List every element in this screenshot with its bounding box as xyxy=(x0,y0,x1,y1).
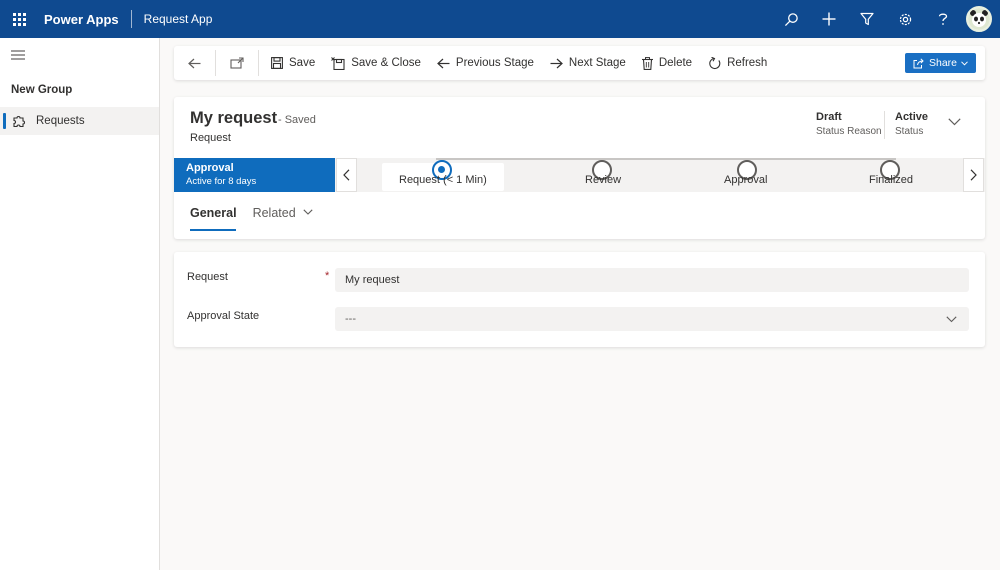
back-icon xyxy=(188,58,201,68)
add-button[interactable] xyxy=(810,0,848,38)
approval-state-value: --- xyxy=(345,313,356,325)
header-expand-button[interactable] xyxy=(948,115,961,129)
waffle-icon xyxy=(12,12,26,26)
add-icon xyxy=(822,12,836,26)
save-and-close-button[interactable]: Save & Close xyxy=(323,46,429,80)
approval-state-select[interactable]: --- xyxy=(335,307,969,331)
tab-related[interactable]: Related xyxy=(253,206,314,232)
app-launcher-button[interactable] xyxy=(0,0,38,38)
panda-avatar-icon xyxy=(968,8,990,30)
app-name[interactable]: Power Apps xyxy=(44,12,119,27)
open-in-new-window-button[interactable] xyxy=(220,46,254,80)
approval-state-field-label: Approval State xyxy=(187,310,260,322)
refresh-icon xyxy=(709,56,721,69)
settings-button[interactable] xyxy=(886,0,924,38)
status-reason-value: Draft xyxy=(816,111,842,123)
tab-label: General xyxy=(190,206,237,220)
app-title[interactable]: Request App xyxy=(144,12,213,26)
share-label: Share xyxy=(928,57,958,69)
delete-button[interactable]: Delete xyxy=(634,46,700,80)
search-icon xyxy=(784,12,798,26)
search-button[interactable] xyxy=(772,0,810,38)
header-field-status[interactable]: Active Status xyxy=(895,111,928,137)
chevron-right-icon xyxy=(970,169,977,181)
status-reason-label: Status Reason xyxy=(816,126,882,137)
site-map-sidebar: New Group Requests xyxy=(0,38,160,570)
sidebar-item-label: Requests xyxy=(36,115,85,127)
help-icon xyxy=(938,13,948,25)
status-label: Status xyxy=(895,126,924,137)
main-content: Save Save & Close Previous Stage Next St… xyxy=(160,38,1000,570)
active-stage-duration: Active for 8 days xyxy=(186,176,257,187)
stage-label: Review xyxy=(585,174,622,186)
next-stage-label: Next Stage xyxy=(568,57,626,69)
chevron-down-icon xyxy=(946,316,957,323)
process-previous-button[interactable] xyxy=(336,158,357,192)
tab-selected-underline xyxy=(190,229,236,231)
share-button[interactable]: Share xyxy=(905,53,976,73)
save-and-close-label: Save & Close xyxy=(351,57,421,69)
puzzle-icon xyxy=(13,115,26,128)
command-separator xyxy=(258,50,259,76)
request-field-label: Request xyxy=(187,271,228,283)
chevron-left-icon xyxy=(343,169,350,181)
status-value: Active xyxy=(895,111,929,123)
form-tabs: General Related xyxy=(190,206,329,232)
settings-icon xyxy=(899,13,911,25)
chevron-down-icon xyxy=(961,60,968,66)
save-and-close-icon xyxy=(331,56,345,70)
selected-indicator xyxy=(3,113,6,129)
header-field-separator xyxy=(884,111,885,139)
business-process-flow: Approval Active for 8 days Request (< 1 … xyxy=(174,158,985,192)
save-status: - Saved xyxy=(278,114,316,126)
request-field-input[interactable]: My request xyxy=(335,268,969,292)
record-entity-name: Request xyxy=(190,132,231,144)
header-field-status-reason[interactable]: Draft Status Reason xyxy=(816,111,882,137)
open-in-new-window-icon xyxy=(230,57,244,69)
tab-label: Related xyxy=(252,206,296,220)
sidebar-item-requests[interactable]: Requests xyxy=(0,107,159,135)
tab-general[interactable]: General xyxy=(190,206,237,232)
required-indicator: * xyxy=(325,270,330,282)
previous-stage-label: Previous Stage xyxy=(455,57,534,69)
trash-icon xyxy=(641,56,653,70)
topbar-divider xyxy=(130,10,132,28)
filter-button[interactable] xyxy=(848,0,886,38)
share-icon xyxy=(913,57,924,68)
save-icon xyxy=(271,57,283,69)
back-button[interactable] xyxy=(174,46,211,80)
refresh-label: Refresh xyxy=(727,57,768,69)
record-title: My request xyxy=(190,109,278,127)
top-bar: Power Apps Request App xyxy=(0,0,1000,38)
record-header: My request - Saved Request Draft Status … xyxy=(174,97,985,239)
active-process-flyout[interactable]: Approval Active for 8 days xyxy=(174,158,335,192)
save-label: Save xyxy=(289,57,316,69)
form-section-general: Request * My request Approval State --- xyxy=(174,252,985,347)
active-stage-name: Approval xyxy=(186,162,234,174)
user-avatar[interactable] xyxy=(966,6,992,32)
save-button[interactable]: Save xyxy=(263,46,323,80)
process-track-line xyxy=(436,158,896,160)
next-stage-button[interactable]: Next Stage xyxy=(542,46,634,80)
chevron-down-icon xyxy=(948,118,961,126)
refresh-button[interactable]: Refresh xyxy=(700,46,775,80)
stage-label: Approval xyxy=(724,174,768,186)
command-bar: Save Save & Close Previous Stage Next St… xyxy=(174,46,985,80)
process-next-button[interactable] xyxy=(963,158,984,192)
previous-stage-button[interactable]: Previous Stage xyxy=(429,46,542,80)
stage-label: Finalized xyxy=(869,174,914,186)
nav-group-label: New Group xyxy=(11,84,73,96)
command-separator xyxy=(215,50,216,76)
hamburger-icon xyxy=(11,50,25,60)
arrow-right-icon xyxy=(550,58,563,68)
arrow-left-icon xyxy=(437,58,450,68)
delete-label: Delete xyxy=(658,57,693,69)
filter-icon xyxy=(860,12,874,26)
site-map-toggle-button[interactable] xyxy=(0,38,159,72)
stage-label: Request (< 1 Min) xyxy=(399,174,487,186)
help-button[interactable] xyxy=(924,0,962,38)
chevron-down-icon xyxy=(303,209,313,215)
